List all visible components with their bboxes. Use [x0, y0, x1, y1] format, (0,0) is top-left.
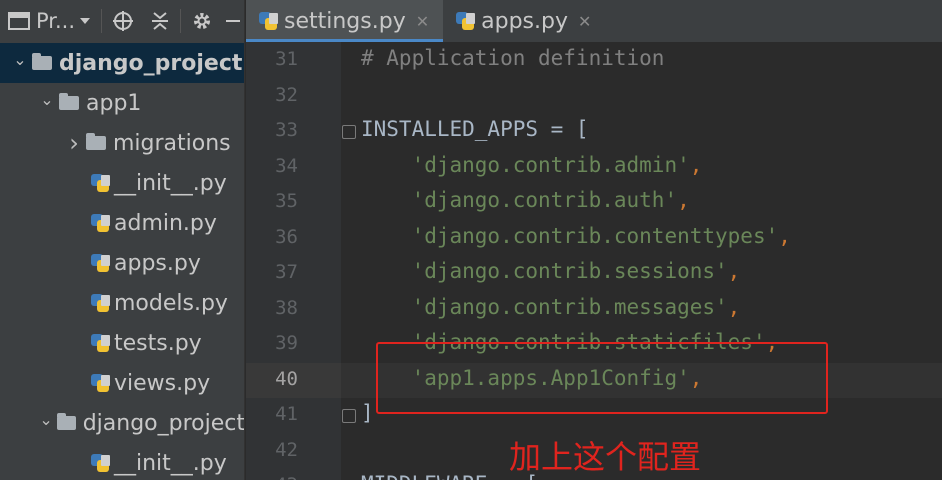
python-file-icon — [90, 333, 110, 353]
folder-icon — [86, 133, 106, 150]
python-file-icon — [258, 11, 278, 31]
tree-item-label: app1 — [86, 90, 142, 116]
line-number: 39 — [275, 332, 298, 354]
tree-item-label: __init__.py — [114, 170, 227, 196]
python-file-icon — [90, 173, 110, 193]
dropdown-arrow-icon — [80, 18, 91, 24]
tree-file[interactable]: apps.py — [0, 243, 244, 283]
tree-item-label: migrations — [113, 130, 231, 156]
line-number: 43 — [246, 474, 298, 480]
toolbar-divider — [101, 9, 103, 33]
tab-apps-py[interactable]: apps.py ✕ — [443, 0, 605, 42]
locate-file-button[interactable] — [112, 0, 134, 42]
tab-label: settings.py — [284, 8, 406, 34]
chevron-down-icon[interactable]: ⌄ — [8, 50, 32, 69]
tree-file[interactable]: tests.py — [0, 323, 244, 363]
tree-item-label: models.py — [114, 290, 228, 316]
minimize-icon — [226, 20, 241, 22]
line-number: 35 — [275, 190, 298, 212]
python-file-icon — [455, 11, 476, 31]
tree-item-label: tests.py — [114, 330, 202, 356]
code-line: 'django.contrib.contenttypes', — [411, 223, 791, 248]
settings-button[interactable] — [191, 0, 213, 42]
line-number: 38 — [275, 296, 298, 319]
code-line: INSTALLED_APPS = [ — [361, 117, 589, 141]
tree-item-label: django_project — [82, 410, 245, 436]
annotation-highlight-box — [376, 342, 828, 414]
toolbar-divider — [180, 9, 182, 33]
tab-settings-py[interactable]: settings.py ✕ — [246, 0, 444, 42]
code-area[interactable]: # Application definition INSTALLED_APPS =… — [341, 42, 942, 480]
project-window-icon — [8, 12, 30, 30]
folder-icon — [57, 413, 76, 430]
code-line: ] — [361, 401, 374, 425]
python-file-icon — [90, 453, 110, 473]
chevron-down-icon[interactable]: ⌄ — [35, 410, 57, 429]
tree-folder[interactable]: ⌄ django_project — [0, 403, 245, 443]
python-file-icon — [90, 213, 110, 233]
line-number: 34 — [275, 154, 298, 177]
tree-folder[interactable]: ⌄ app1 — [0, 83, 244, 123]
line-number: 40 — [275, 367, 298, 390]
tree-file[interactable]: admin.py — [0, 203, 244, 243]
collapse-all-button[interactable] — [150, 0, 170, 42]
python-file-icon — [90, 293, 110, 313]
crosshair-icon — [113, 11, 134, 31]
collapse-all-icon — [152, 12, 169, 30]
hide-panel-button[interactable] — [225, 0, 241, 42]
tree-file[interactable]: __init__.py — [0, 163, 244, 203]
tree-file[interactable]: models.py — [0, 283, 244, 323]
tree-item-label: django_project — [59, 50, 243, 76]
code-line: 'django.contrib.auth', — [411, 188, 690, 212]
line-number: 36 — [275, 225, 298, 248]
line-number: 33 — [275, 119, 298, 141]
project-view-selector[interactable]: Pr... — [8, 0, 91, 42]
line-number: 31 — [275, 48, 298, 70]
line-number: 41 — [275, 403, 298, 425]
tree-folder[interactable]: › migrations — [0, 123, 244, 163]
project-tree: ⌄ django_project ⌄ app1 › migrations __init__.… — [0, 43, 245, 480]
chevron-down-icon[interactable]: ⌄ — [35, 90, 59, 109]
tree-file[interactable]: views.py — [0, 363, 244, 403]
annotation-text: 加上这个配置 — [509, 438, 702, 476]
tree-item-label: __init__.py — [114, 450, 227, 476]
tree-folder[interactable]: ⌄ django_project — [0, 43, 244, 83]
tree-item-label: views.py — [114, 370, 211, 396]
close-icon[interactable]: ✕ — [416, 12, 429, 31]
close-icon[interactable]: ✕ — [578, 12, 591, 31]
tab-label: apps.py — [481, 8, 568, 34]
python-file-icon — [90, 253, 110, 273]
chevron-right-icon[interactable]: › — [62, 129, 86, 157]
line-number: 32 — [275, 83, 298, 106]
python-file-icon — [90, 373, 110, 393]
tree-file[interactable]: __init__.py — [0, 443, 244, 480]
project-panel: Pr... ⌄ django_project ⌄ app1 › migrations __i… — [0, 0, 245, 480]
editor-tab-bar: settings.py ✕ apps.py ✕ — [246, 0, 942, 42]
line-number: 42 — [275, 438, 298, 461]
folder-icon — [32, 53, 52, 70]
code-line: 'django.contrib.messages', — [411, 294, 741, 319]
code-line: 'django.contrib.admin', — [411, 152, 703, 177]
folder-icon — [59, 93, 79, 110]
code-line: 'django.contrib.sessions', — [411, 259, 741, 283]
line-number-gutter: 31 32 33 34 35 36 37 38 39 40 41 42 43 — [246, 42, 356, 480]
tree-item-label: apps.py — [114, 250, 201, 276]
gear-icon — [194, 13, 211, 29]
project-view-label: Pr... — [36, 9, 76, 33]
project-toolbar: Pr... — [0, 0, 244, 42]
line-number: 37 — [275, 261, 298, 283]
tree-item-label: admin.py — [114, 210, 217, 236]
code-line: # Application definition — [361, 46, 665, 70]
